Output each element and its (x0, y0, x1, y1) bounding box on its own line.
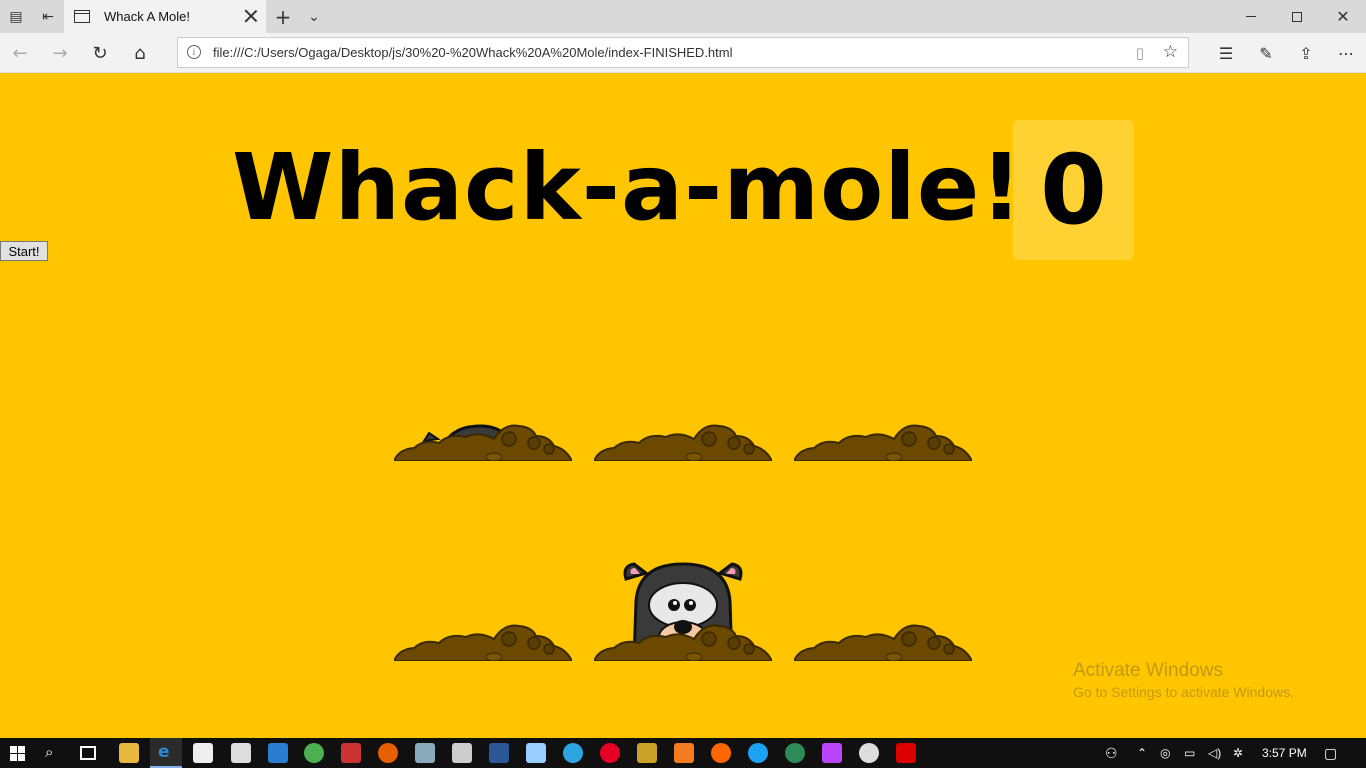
bird-app-icon[interactable] (822, 743, 842, 763)
heart-app-icon[interactable] (637, 743, 657, 763)
screenshot-icon[interactable]: ◎ (1160, 738, 1170, 768)
dirt-mound (594, 424, 772, 461)
music-app-icon[interactable] (674, 743, 694, 763)
activation-watermark: Activate Windows Go to Settings to activ… (1073, 660, 1294, 700)
clock-time[interactable]: 3:57 PM (1262, 738, 1307, 768)
battery-icon[interactable]: ▭ (1184, 738, 1195, 768)
dirt-mound (394, 624, 572, 661)
start-button[interactable]: Start! (0, 241, 48, 261)
page-icon (74, 10, 90, 23)
hole-1[interactable] (394, 261, 572, 461)
file-explorer-icon[interactable] (119, 743, 139, 763)
restore-icon[interactable] (1274, 0, 1320, 33)
new-tab-icon[interactable]: + (272, 0, 294, 33)
taskbar: ⌕ e ⚇ ⌃ ◎ ▭ ◁) ✲ 3:57 PM ▢ (0, 738, 1366, 768)
minimize-icon[interactable] (1228, 0, 1274, 33)
favorite-star-icon[interactable]: ☆ (1163, 42, 1178, 62)
app-grid-icon[interactable] (341, 743, 361, 763)
paint-icon[interactable] (415, 743, 435, 763)
close-tab-icon[interactable] (244, 9, 258, 23)
volume-icon[interactable]: ◁) (1208, 738, 1221, 768)
action-center-icon[interactable]: ▢ (1324, 738, 1337, 768)
acrobat-icon[interactable] (896, 743, 916, 763)
tab-bar: ▤ ⇤ Whack A Mole! + ⌄ ✕ (0, 0, 1366, 33)
web-note-icon[interactable]: ✎ (1246, 33, 1286, 73)
address-bar[interactable]: i file:///C:/Users/Ogaga/Desktop/js/30%2… (177, 37, 1189, 68)
back-icon[interactable]: ← (0, 33, 40, 73)
game-app-icon[interactable] (711, 743, 731, 763)
close-window-icon[interactable]: ✕ (1320, 0, 1366, 33)
pinterest-icon[interactable] (600, 743, 620, 763)
store-icon[interactable] (193, 743, 213, 763)
chrome-icon[interactable] (304, 743, 324, 763)
word-icon[interactable] (489, 743, 509, 763)
game-title: Whack-a-mole! (232, 134, 1024, 241)
steam-icon[interactable] (452, 743, 472, 763)
share-icon[interactable]: ⇪ (1286, 33, 1326, 73)
forward-icon[interactable]: → (40, 33, 80, 73)
watermark-subtitle: Go to Settings to activate Windows. (1073, 684, 1294, 700)
home-icon[interactable]: ⌂ (120, 33, 160, 73)
people-icon[interactable]: ⚇ (1105, 738, 1118, 768)
vscode-icon[interactable] (268, 743, 288, 763)
mail-icon[interactable] (231, 743, 251, 763)
wifi-icon[interactable]: ✲ (1233, 738, 1243, 768)
notepad-icon[interactable] (526, 743, 546, 763)
game-page: Whack-a-mole! 0 Start! Activate Windows … (0, 73, 1366, 738)
tab-preview-chevron-icon[interactable]: ⌄ (304, 0, 324, 33)
telegram-icon[interactable] (563, 743, 583, 763)
firefox-icon[interactable] (378, 743, 398, 763)
navigation-bar: ← → ↻ ⌂ i file:///C:/Users/Ogaga/Desktop… (0, 33, 1366, 73)
search-icon[interactable]: ⌕ (45, 743, 65, 763)
twitter-icon[interactable] (748, 743, 768, 763)
url-text[interactable]: file:///C:/Users/Ogaga/Desktop/js/30%20-… (213, 45, 733, 60)
hole-4[interactable] (394, 461, 572, 661)
hole-6[interactable] (794, 461, 972, 661)
dirt-mound (794, 624, 972, 661)
show-hidden-icons-chevron-icon[interactable]: ⌃ (1137, 738, 1147, 768)
browser-tab[interactable]: Whack A Mole! (64, 0, 266, 33)
edge-taskbar-button[interactable]: e (150, 738, 182, 768)
set-aside-tabs-icon[interactable]: ⇤ (38, 0, 58, 33)
reading-view-icon[interactable]: ▯ (1136, 44, 1144, 62)
task-view-icon[interactable] (80, 746, 96, 760)
hole-5[interactable] (594, 461, 772, 661)
windows-start-icon[interactable] (10, 746, 25, 761)
tabs-aside-icon[interactable]: ▤ (6, 0, 26, 33)
tab-title: Whack A Mole! (104, 9, 190, 24)
refresh-icon[interactable]: ↻ (80, 33, 120, 73)
dirt-mound (794, 424, 972, 461)
watermark-title: Activate Windows (1073, 660, 1223, 681)
favorites-hub-icon[interactable]: ☰ (1206, 33, 1246, 73)
info-icon[interactable]: i (187, 45, 201, 59)
edge-icon: e (158, 742, 170, 762)
browser-app-icon[interactable] (785, 743, 805, 763)
hole-3[interactable] (794, 261, 972, 461)
more-menu-icon[interactable]: ⋯ (1326, 33, 1366, 73)
score-display: 0 (1013, 120, 1134, 260)
hole-2[interactable] (594, 261, 772, 461)
magnifier-app-icon[interactable] (859, 743, 879, 763)
